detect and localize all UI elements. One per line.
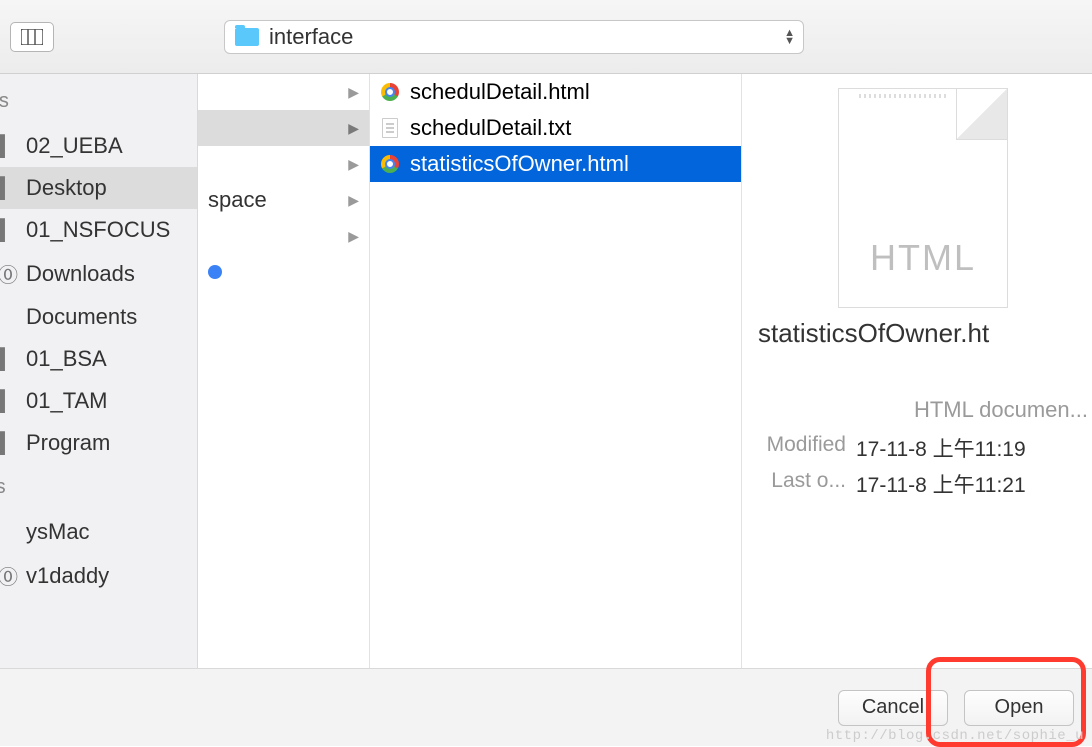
folder-icon: ▍: [0, 176, 16, 201]
file-row-statisticsofowner-html[interactable]: statisticsOfOwner.html: [370, 146, 741, 182]
watermark-text: http://blog.csdn.net/sophie_u: [826, 728, 1084, 744]
devices-section-label: vices: [0, 476, 197, 511]
file-row-scheduldetail-html[interactable]: schedulDetail.html: [370, 74, 741, 110]
columns-icon: [21, 29, 43, 45]
device-icon: [0, 521, 16, 544]
chevron-right-icon: ▶: [348, 192, 359, 209]
sidebar-item-01-bsa[interactable]: ▍01_BSA: [0, 338, 197, 380]
dialog-footer: Cancel Open http://blog.csdn.net/sophie_…: [0, 668, 1092, 746]
folder-icon: ▍: [0, 389, 16, 414]
chrome-icon: [380, 82, 400, 102]
path-text: interface: [269, 24, 353, 50]
toolbar: interface ▲▼: [0, 0, 1092, 74]
sidebar-item-02-ueba[interactable]: ▍02_UEBA: [0, 125, 197, 167]
modified-value: 17-11-8 上午11:19: [856, 433, 1026, 463]
preview-metadata: Modified 17-11-8 上午11:19 Last o... 17-11…: [758, 433, 1088, 499]
text-file-icon: [380, 118, 400, 138]
chevron-right-icon: ▶: [348, 156, 359, 173]
file-row-scheduldetail-txt[interactable]: schedulDetail.txt: [370, 110, 741, 146]
browser-column-2: schedulDetail.html schedulDetail.txt sta…: [370, 74, 742, 668]
sidebar-item-ysmac[interactable]: ysMac: [0, 511, 197, 553]
device-icon: ⓪: [0, 561, 16, 590]
path-stepper-icon: ▲▼: [784, 29, 795, 45]
open-button[interactable]: Open: [964, 690, 1074, 726]
column1-item-dot[interactable]: [198, 254, 369, 290]
downloads-icon: ⓪: [0, 259, 16, 288]
view-mode-toggle[interactable]: [10, 22, 54, 52]
sidebar-item-01-tam[interactable]: ▍01_TAM: [0, 380, 197, 422]
sidebar-item-01-nsfocus[interactable]: ▍01_NSFOCUS: [0, 209, 197, 251]
main-area: orites ▍02_UEBA ▍Desktop ▍01_NSFOCUS ⓪Do…: [0, 74, 1092, 668]
chevron-right-icon: ▶: [348, 120, 359, 137]
sidebar-item-program[interactable]: ▍Program: [0, 422, 197, 464]
path-selector[interactable]: interface ▲▼: [224, 20, 804, 54]
preview-filename: statisticsOfOwner.ht: [758, 318, 1088, 349]
file-preview-thumbnail: HTML: [838, 88, 1008, 308]
chevron-right-icon: ▶: [348, 228, 359, 245]
column1-item[interactable]: ▶: [198, 218, 369, 254]
chrome-icon: [380, 154, 400, 174]
browser-column-1: ▶ ▶ ▶ space▶ ▶: [198, 74, 370, 668]
favorites-section-label: orites: [0, 90, 197, 125]
sidebar: orites ▍02_UEBA ▍Desktop ▍01_NSFOCUS ⓪Do…: [0, 74, 198, 668]
column1-item[interactable]: ▶: [198, 74, 369, 110]
blue-dot-icon: [208, 265, 222, 279]
sidebar-item-v1daddy[interactable]: ⓪v1daddy: [0, 553, 197, 598]
folder-icon: ▍: [0, 218, 16, 243]
last-opened-value: 17-11-8 上午11:21: [856, 469, 1026, 499]
column1-item[interactable]: ▶: [198, 146, 369, 182]
folder-icon: ▍: [0, 431, 16, 456]
preview-pane: HTML statisticsOfOwner.ht HTML documen..…: [742, 74, 1092, 668]
file-extension-label: HTML: [870, 237, 976, 279]
sidebar-item-documents[interactable]: Documents: [0, 296, 197, 338]
column1-item-space[interactable]: space▶: [198, 182, 369, 218]
sidebar-item-downloads[interactable]: ⓪Downloads: [0, 251, 197, 296]
documents-icon: [0, 306, 16, 329]
last-opened-label: Last o...: [758, 469, 846, 499]
folder-icon: ▍: [0, 134, 16, 159]
preview-kind: HTML documen...: [758, 397, 1088, 423]
column1-item[interactable]: ▶: [198, 110, 369, 146]
modified-label: Modified: [758, 433, 846, 463]
chevron-right-icon: ▶: [348, 84, 359, 101]
sidebar-item-desktop[interactable]: ▍Desktop: [0, 167, 197, 209]
cancel-button[interactable]: Cancel: [838, 690, 948, 726]
folder-icon: [235, 28, 259, 46]
folder-icon: ▍: [0, 347, 16, 372]
